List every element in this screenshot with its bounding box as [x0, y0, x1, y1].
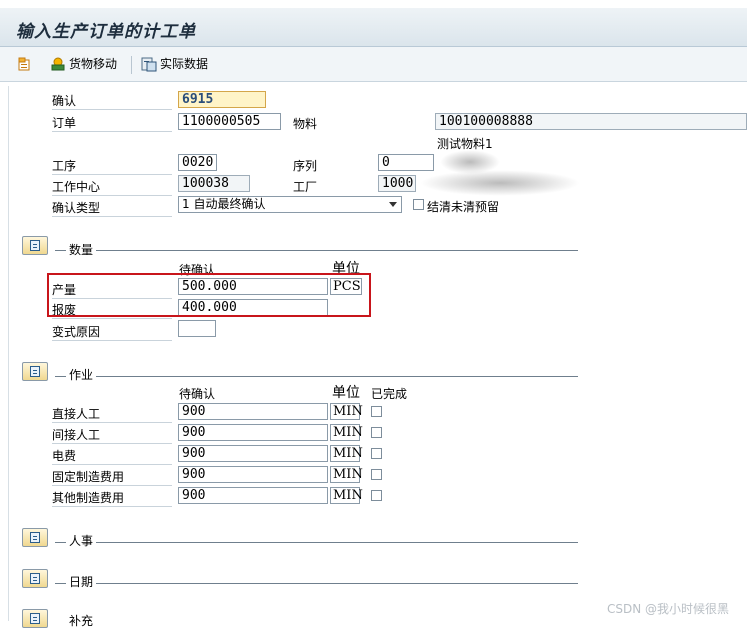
redaction-blur	[420, 170, 580, 196]
activity-value-field[interactable]: 900	[178, 445, 328, 462]
activity-unit-field[interactable]: MIN	[330, 403, 363, 420]
order-field[interactable]: 1100000505	[178, 113, 281, 130]
plant-field: 1000	[378, 175, 416, 192]
group-toggle-icon	[30, 240, 40, 251]
quantities-group-button[interactable]	[22, 236, 48, 255]
personnel-group-button[interactable]	[22, 528, 48, 547]
supplement-group-button[interactable]	[22, 609, 48, 628]
variance-field[interactable]	[178, 320, 216, 337]
confirmation-label: 确认	[52, 92, 172, 110]
activity-label: 间接人工	[52, 426, 172, 444]
title-bar: 输入生产订单的计工单	[0, 8, 747, 47]
activity-unit-field[interactable]: MIN	[330, 424, 363, 441]
operation-field[interactable]: 0020	[178, 154, 217, 171]
group-expand-icon	[30, 532, 40, 543]
goods-movement-label: 货物移动	[69, 57, 118, 71]
actual-data-label: 实际数据	[160, 57, 209, 71]
personnel-title: 人事	[66, 532, 97, 549]
activity-value-field[interactable]: 900	[178, 424, 328, 441]
window-title: 输入生产订单的计工单	[16, 22, 196, 42]
dates-group-button[interactable]	[22, 569, 48, 588]
material-field: 100100008888	[435, 113, 747, 130]
activity-done-checkbox[interactable]	[371, 427, 382, 438]
activity-label: 其他制造费用	[52, 489, 172, 507]
personnel-group-line	[55, 542, 578, 543]
activity-unit-field[interactable]: MIN	[330, 487, 363, 504]
conftype-dropdown[interactable]: 1 自动最终确认	[178, 196, 402, 213]
dates-title: 日期	[66, 573, 97, 590]
operation-label: 工序	[52, 157, 172, 175]
highlight-box	[47, 273, 371, 317]
toolbar-separator	[131, 56, 132, 74]
toolbar: 货物移动 实际数据	[0, 47, 747, 82]
variance-label: 变式原因	[52, 323, 172, 341]
group-expand-icon	[30, 613, 40, 624]
quantities-group-line	[55, 250, 578, 251]
goods-movement-icon	[50, 56, 66, 72]
dates-group-line	[55, 583, 578, 584]
activity-done-checkbox[interactable]	[371, 406, 382, 417]
activities-col-done: 已完成	[371, 387, 408, 401]
activity-unit-field[interactable]: MIN	[330, 445, 363, 462]
material-label: 物料	[293, 117, 318, 131]
conftype-label: 确认类型	[52, 199, 172, 217]
activities-group-line	[55, 376, 578, 377]
activity-value-field[interactable]: 900	[178, 487, 328, 504]
activity-value-field[interactable]: 900	[178, 403, 328, 420]
group-toggle-icon	[30, 366, 40, 377]
activity-label: 直接人工	[52, 405, 172, 423]
activities-col-to-confirm: 待确认	[179, 387, 216, 401]
activities-col-unit: 单位	[332, 385, 360, 401]
confirmation-field[interactable]: 6915	[178, 91, 266, 108]
activity-done-checkbox[interactable]	[371, 490, 382, 501]
sequence-field[interactable]: 0	[378, 154, 434, 171]
group-expand-icon	[30, 573, 40, 584]
new-document-icon[interactable]	[17, 57, 31, 71]
activities-group-button[interactable]	[22, 362, 48, 381]
activity-done-checkbox[interactable]	[371, 448, 382, 459]
workcenter-label: 工作中心	[52, 178, 172, 196]
chevron-down-icon[interactable]	[389, 202, 397, 207]
activity-label: 电费	[52, 447, 172, 465]
actual-data-icon	[141, 56, 157, 72]
plant-label: 工厂	[293, 180, 318, 194]
activity-label: 固定制造费用	[52, 468, 172, 486]
activity-done-checkbox[interactable]	[371, 469, 382, 480]
actual-data-button[interactable]: 实际数据	[141, 55, 208, 72]
clear-open-checkbox[interactable]	[413, 199, 424, 210]
activity-value-field[interactable]: 900	[178, 466, 328, 483]
clear-open-label: 结清未清预留	[427, 200, 500, 214]
sequence-label: 序列	[293, 159, 318, 173]
workcenter-field: 100038	[178, 175, 250, 192]
activities-title: 作业	[66, 366, 97, 383]
activity-unit-field[interactable]: MIN	[330, 466, 363, 483]
quantities-title: 数量	[66, 241, 97, 258]
order-label: 订单	[52, 114, 172, 132]
watermark: CSDN @我小时候很黑	[607, 602, 730, 616]
goods-movement-button[interactable]: 货物移动	[50, 55, 117, 72]
conftype-value: 1 自动最终确认	[182, 197, 266, 211]
